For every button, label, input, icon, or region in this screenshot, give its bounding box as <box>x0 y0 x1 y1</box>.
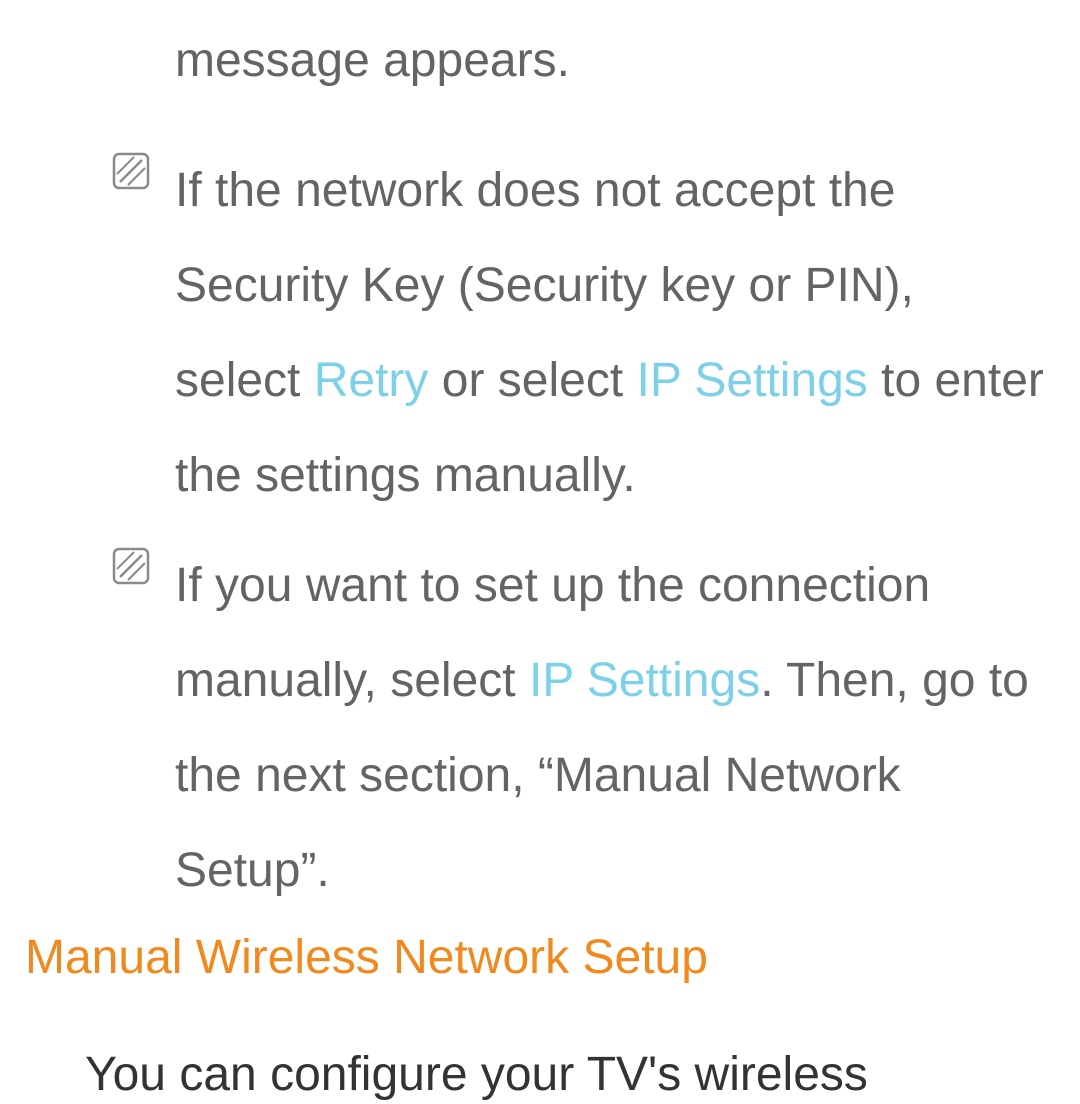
ip-settings-link: IP Settings <box>637 354 868 407</box>
ip-settings-link: IP Settings <box>529 654 760 707</box>
body-text: You can configure your TV's wireless <box>85 1046 1040 1104</box>
note-text: or select <box>428 354 636 407</box>
note-item-1: If the network does not accept the Secur… <box>175 143 1050 523</box>
manual-page: message appears. If the network does not… <box>0 0 1080 1104</box>
retry-link: Retry <box>314 354 429 407</box>
note-icon <box>111 151 151 191</box>
note-item-2: If you want to set up the connection man… <box>175 538 1050 918</box>
section-heading: Manual Wireless Network Setup <box>25 930 708 985</box>
note-icon <box>111 546 151 586</box>
partial-line: message appears. <box>175 33 570 88</box>
